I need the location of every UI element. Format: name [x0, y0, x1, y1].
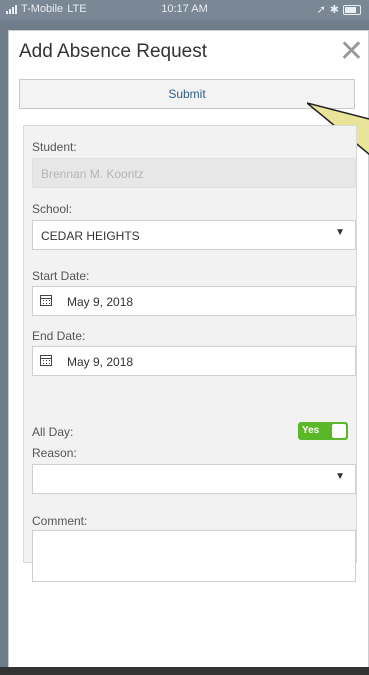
all-day-toggle-label: Yes: [302, 425, 320, 436]
all-day-toggle[interactable]: Yes: [298, 422, 348, 440]
student-value: Brennan M. Koontz: [41, 167, 144, 181]
student-field: Brennan M. Koontz: [32, 158, 356, 188]
status-right: ➚ ✱: [317, 3, 361, 16]
student-label: Student:: [32, 140, 77, 154]
absence-form: Student: Brennan M. Koontz School: CEDAR…: [23, 125, 357, 582]
start-date-field[interactable]: May 9, 2018: [32, 286, 356, 316]
school-value: CEDAR HEIGHTS: [41, 229, 140, 243]
chevron-down-icon: ▼: [335, 227, 345, 238]
modal-title: Add Absence Request: [19, 41, 208, 62]
toggle-knob: [332, 424, 346, 438]
school-label: School:: [32, 202, 73, 216]
submit-button[interactable]: Submit: [19, 79, 355, 109]
comment-label: Comment:: [32, 514, 88, 528]
battery-icon: [343, 4, 361, 15]
reason-select[interactable]: ▼: [32, 464, 356, 494]
chevron-down-icon: ▼: [335, 471, 345, 482]
calendar-icon[interactable]: [40, 355, 52, 366]
close-icon[interactable]: ✕: [339, 37, 364, 67]
bottom-strip: [0, 667, 369, 675]
location-icon: ➚: [316, 4, 326, 16]
reason-label: Reason:: [32, 446, 77, 460]
start-date-value: May 9, 2018: [67, 295, 134, 309]
status-bar: T-Mobile LTE 10:17 AM ➚ ✱: [0, 0, 369, 20]
end-date-label: End Date:: [32, 329, 86, 343]
bluetooth-icon: ✱: [329, 4, 339, 16]
clock: 10:17 AM: [161, 3, 208, 15]
calendar-icon[interactable]: [40, 295, 52, 306]
all-day-label: All Day:: [32, 425, 74, 439]
start-date-label: Start Date:: [32, 269, 90, 283]
end-date-value: May 9, 2018: [67, 355, 134, 369]
absence-request-modal: Add Absence Request ✕ Submit Student: Br…: [8, 30, 369, 675]
end-date-field[interactable]: May 9, 2018: [32, 346, 356, 376]
comment-textarea[interactable]: [32, 530, 356, 582]
school-select[interactable]: CEDAR HEIGHTS ▼: [32, 220, 356, 250]
